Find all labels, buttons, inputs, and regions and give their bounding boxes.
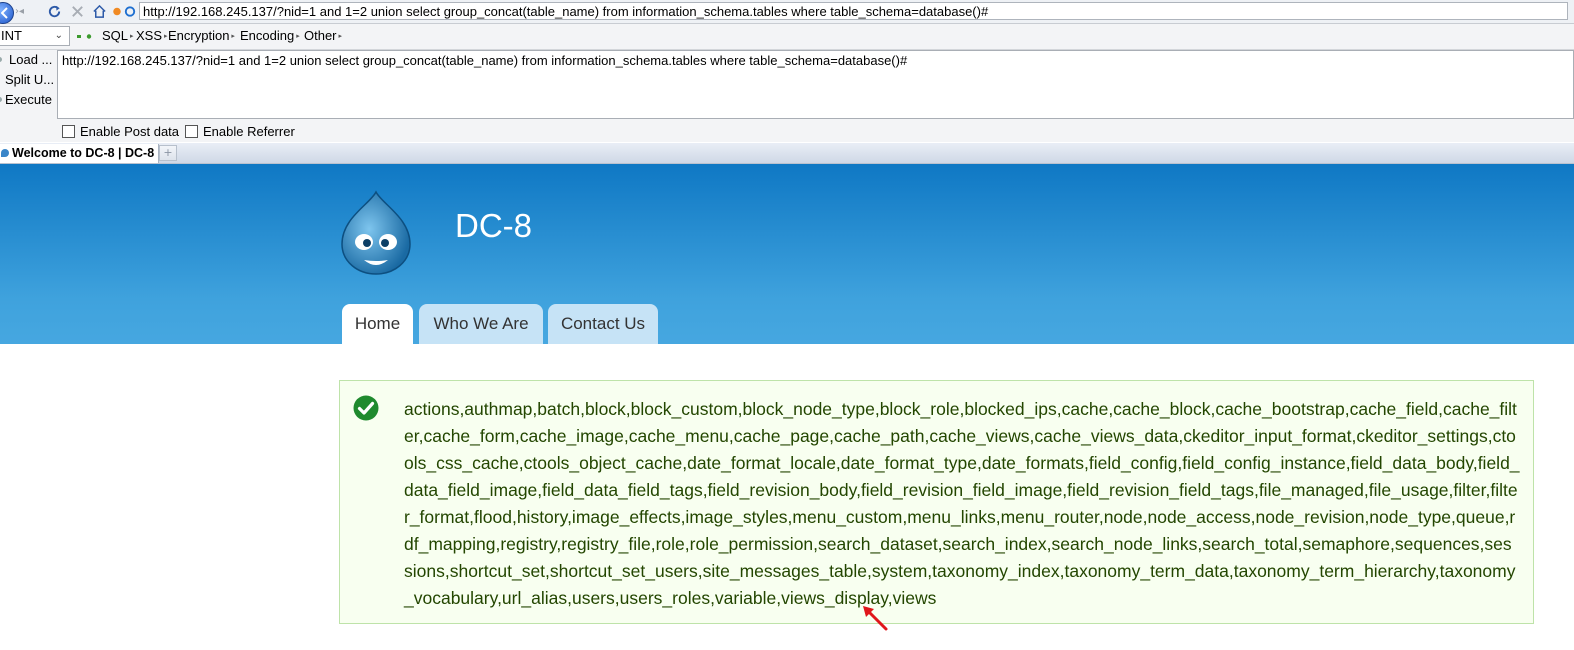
hackbar-execute[interactable]: Execute — [0, 92, 52, 108]
tab-title: Welcome to DC-8 | DC-8 — [12, 146, 155, 160]
status-message-text: actions,authmap,batch,block,block_custom… — [404, 399, 1520, 608]
hackbar-menu-other[interactable]: Other — [304, 27, 342, 46]
addon-icon[interactable] — [112, 4, 122, 19]
hackbar-menu-encoding[interactable]: Encoding — [240, 27, 300, 46]
drupal-favicon-icon — [1, 149, 9, 157]
hackbar-url-textarea[interactable]: http://192.168.245.137/?nid=1 and 1=2 un… — [57, 50, 1574, 119]
site-name[interactable]: DC-8 — [455, 206, 532, 246]
hackbar-menu-encryption[interactable]: Encryption — [168, 27, 235, 46]
hackbar-execute-label: Execute — [5, 92, 52, 107]
hackbar-split-url[interactable]: Split U... — [5, 72, 54, 88]
forward-icon[interactable]: ›◂ — [15, 5, 35, 19]
hackbar-load-label: Load ... — [9, 52, 53, 67]
hackbar-status-icon — [77, 34, 92, 39]
address-bar[interactable]: http://192.168.245.137/?nid=1 and 1=2 un… — [139, 2, 1568, 20]
new-tab-button[interactable]: + — [159, 145, 177, 161]
checkbox-box[interactable] — [62, 125, 75, 138]
menu-tab-who-we-are[interactable]: Who We Are — [419, 304, 543, 344]
browser-tab-active[interactable]: Welcome to DC-8 | DC-8 — [0, 144, 159, 163]
hackbar-split-label: Split U... — [5, 72, 55, 87]
bullet-icon — [0, 57, 2, 62]
check-icon — [353, 395, 379, 421]
hackbar-load-url[interactable]: Load ... — [0, 52, 52, 68]
enable-referrer-checkbox[interactable]: Enable Referrer — [185, 124, 295, 140]
back-icon[interactable] — [0, 2, 14, 24]
browser-toolbar: ›◂ http://192.168.245.137/?nid=1 and 1=2… — [0, 0, 1574, 24]
menu-tab-contact-us[interactable]: Contact Us — [548, 304, 658, 344]
enable-post-label: Enable Post data — [80, 124, 180, 139]
drupal-logo[interactable] — [336, 190, 416, 276]
enable-referrer-label: Enable Referrer — [203, 124, 295, 139]
hackbar-toolbar: INT ⌄ SQL XSS Encryption Encoding Other — [0, 24, 1574, 50]
hackbar-panel: Load ... Split U... Execute http://192.1… — [0, 50, 1574, 142]
enable-post-checkbox[interactable]: Enable Post data — [62, 124, 179, 140]
hackbar-type-value: INT — [1, 28, 22, 43]
browser-tab-strip: Welcome to DC-8 | DC-8 + — [0, 143, 1574, 164]
stop-icon[interactable] — [70, 4, 85, 19]
status-message: actions,authmap,batch,block,block_custom… — [339, 380, 1534, 624]
reload-icon[interactable] — [47, 4, 62, 19]
hackbar-menu-sql[interactable]: SQL — [102, 27, 134, 46]
hackbar-menu-xss[interactable]: XSS — [136, 27, 168, 46]
site-header: DC-8 Home Who We Are Contact Us — [0, 164, 1574, 344]
menu-tab-home[interactable]: Home — [342, 304, 413, 344]
home-icon[interactable] — [92, 4, 107, 19]
chevron-down-icon: ⌄ — [54, 30, 63, 41]
hackbar-type-select[interactable]: INT ⌄ — [0, 26, 70, 46]
checkbox-box[interactable] — [185, 125, 198, 138]
ie-icon[interactable] — [124, 4, 136, 19]
bullet-icon — [0, 97, 2, 102]
annotation-arrow-icon — [863, 606, 888, 631]
